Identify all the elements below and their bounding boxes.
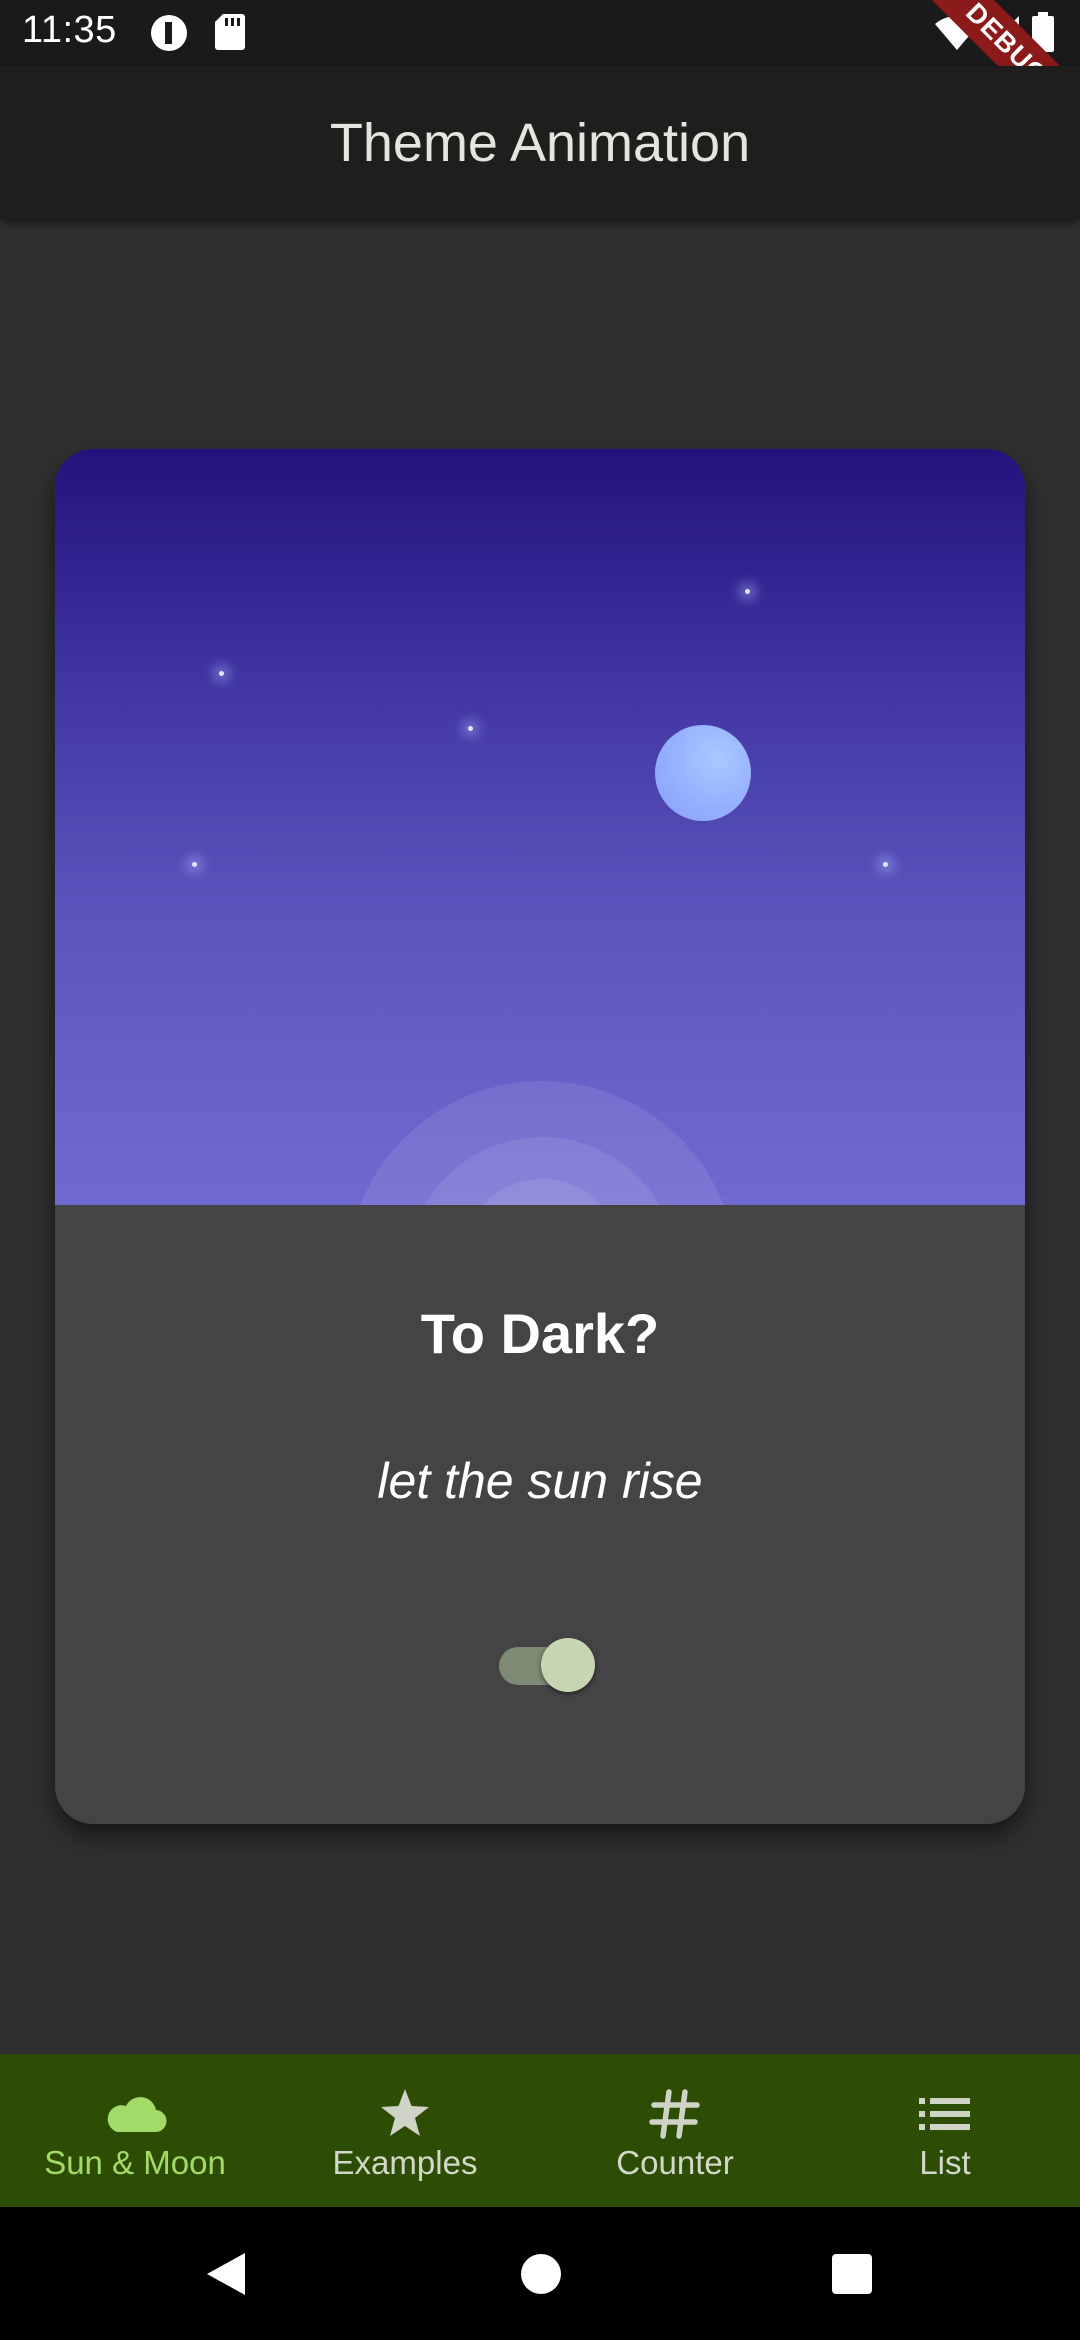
nav-label-sun-moon: Sun & Moon [44, 2144, 226, 2181]
back-icon[interactable] [203, 2251, 249, 2297]
nav-label-examples: Examples [332, 2144, 478, 2181]
nav-item-counter[interactable]: Counter [540, 2054, 810, 2207]
sd-card-icon [215, 14, 245, 55]
bottom-navigation: Sun & Moon Examples Counter List [0, 2054, 1080, 2207]
list-icon [913, 2086, 977, 2142]
nav-item-list[interactable]: List [810, 2054, 1080, 2207]
star-decoration [219, 671, 224, 676]
app-bar: Theme Animation [0, 66, 1080, 220]
status-bar: 11:35 DEBUG [0, 0, 1080, 156]
night-sky-illustration [55, 449, 1025, 1205]
card-subtitle: let the sun rise [377, 1453, 703, 1509]
nav-label-list: List [919, 2144, 971, 2181]
nav-item-sun-moon[interactable]: Sun & Moon [0, 2054, 270, 2207]
app-title: Theme Animation [329, 113, 751, 173]
toggle-thumb [541, 1638, 595, 1692]
hash-icon [643, 2086, 707, 2142]
system-navigation-bar [0, 2207, 1080, 2340]
nav-item-examples[interactable]: Examples [270, 2054, 540, 2207]
nav-label-counter: Counter [616, 2144, 734, 2181]
star-decoration [192, 862, 197, 867]
theme-toggle-switch[interactable] [495, 1632, 597, 1692]
star-decoration [745, 589, 750, 594]
cloud-icon [103, 2086, 167, 2142]
recents-icon[interactable] [829, 2251, 875, 2297]
card-title: To Dark? [420, 1302, 660, 1365]
moon [655, 725, 751, 821]
star-decoration [468, 726, 473, 731]
home-icon[interactable] [518, 2251, 564, 2297]
alert-circle-icon [150, 14, 188, 57]
star-icon [373, 2086, 437, 2142]
status-time: 11:35 [22, 9, 117, 51]
star-decoration [883, 862, 888, 867]
theme-card: To Dark? let the sun rise [55, 449, 1025, 1824]
